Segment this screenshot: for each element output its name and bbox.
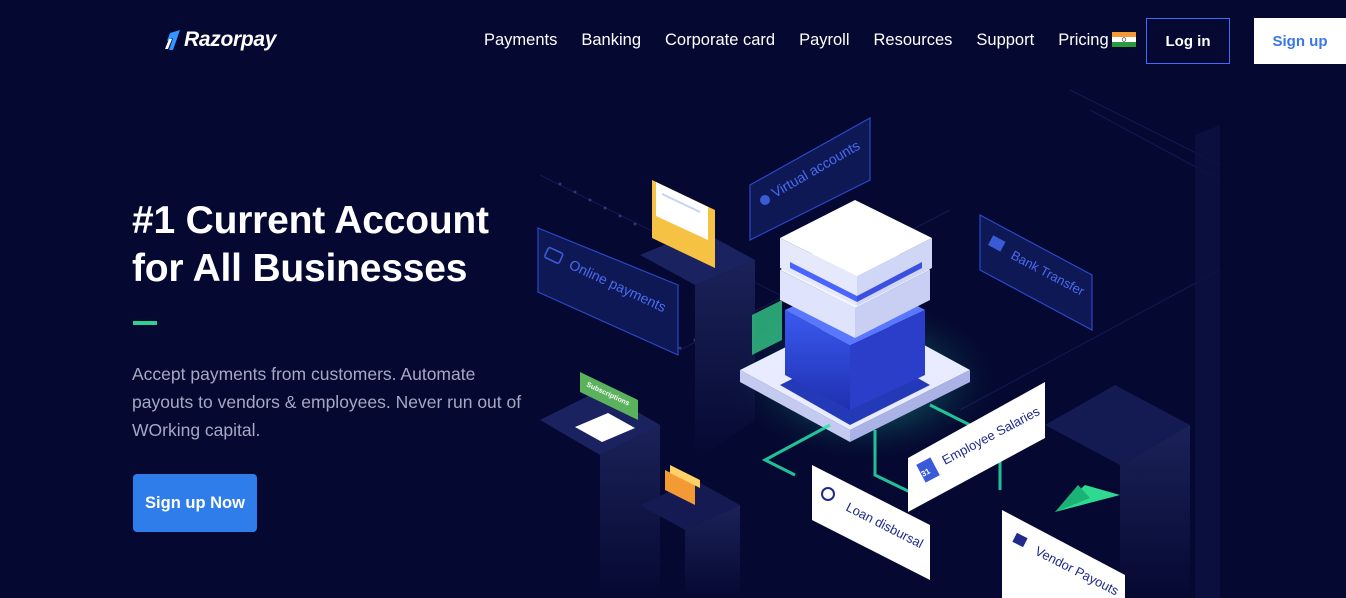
hero-title-line-1: #1 Current Account: [132, 199, 489, 242]
hero-title-line-2: for All Businesses: [132, 247, 468, 290]
online-payments-card: Online payments: [537, 227, 679, 356]
login-button[interactable]: Log in: [1146, 18, 1230, 64]
main-nav: Payments Banking Corporate card Payroll …: [484, 30, 1136, 50]
signup-button[interactable]: Sign up: [1254, 18, 1346, 64]
nav-pricing-label: Pricing: [1058, 31, 1109, 49]
isometric-banking-scene: Virtual accounts Online payments Bank Tr…: [537, 89, 1221, 598]
bank-transfer-card: Bank Transfer: [979, 213, 1093, 332]
signup-now-button[interactable]: Sign up Now: [133, 474, 257, 532]
vendor-payouts-card: Vendor Payouts: [1002, 510, 1125, 598]
nav-payroll[interactable]: Payroll: [799, 30, 849, 50]
nav-payments[interactable]: Payments: [484, 30, 557, 50]
razorpay-logo-icon: [165, 30, 180, 50]
hero-divider: [133, 321, 157, 325]
nav-pricing[interactable]: Pricing: [1058, 30, 1136, 50]
nav-support[interactable]: Support: [976, 30, 1034, 50]
razorpay-logo[interactable]: Razorpay: [164, 28, 276, 52]
india-flag-icon: [1111, 32, 1136, 47]
nav-corporate-card[interactable]: Corporate card: [665, 30, 775, 50]
nav-banking[interactable]: Banking: [581, 30, 641, 50]
nav-resources[interactable]: Resources: [874, 30, 953, 50]
brand-name: Razorpay: [184, 28, 277, 51]
hero-title: #1 Current Account for All Businesses: [132, 197, 552, 293]
paper-plane-icon: [1055, 485, 1120, 512]
hero-illustration: Virtual accounts Online payments Bank Tr…: [530, 80, 1346, 598]
hero-description: Accept payments from customers. Automate…: [132, 364, 522, 440]
user-icon: [760, 195, 770, 205]
